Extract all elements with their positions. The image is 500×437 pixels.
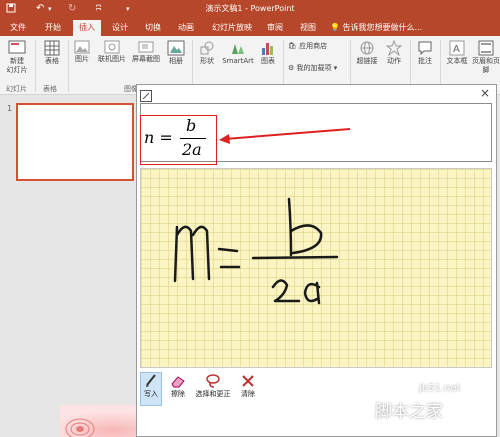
action-button[interactable]: 动作	[384, 40, 404, 66]
watermark-site: jb51.net	[419, 383, 461, 394]
screenshot-label: 屏幕截图	[132, 55, 160, 63]
table-label: 表格	[45, 57, 59, 65]
screenshot-button[interactable]: 屏幕截图	[130, 40, 162, 64]
comment-icon	[418, 41, 432, 56]
annotation-arrow	[219, 128, 351, 144]
textbox-icon: A	[449, 40, 465, 56]
slide-thumbnail[interactable]	[16, 103, 134, 181]
header-footer-label: 页眉和页脚	[472, 57, 500, 74]
clear-tool-label: 清除	[241, 390, 255, 398]
write-tool-button[interactable]: 写入	[141, 373, 161, 399]
title-bar: ↶ ▾ ↻ ʭ ▾ 演示文稿1 - PowerPoint	[0, 0, 500, 19]
pen-icon	[146, 374, 156, 387]
lightbulb-icon: 💡	[330, 23, 340, 32]
tab-file[interactable]: 文件	[10, 22, 26, 33]
clear-icon	[242, 375, 254, 387]
tab-transitions[interactable]: 切换	[145, 22, 161, 33]
erase-tool-button[interactable]: 擦除	[168, 373, 188, 399]
textbox-label: 文本框	[446, 57, 468, 65]
hyperlink-button[interactable]: 超链接	[354, 40, 380, 66]
clear-tool-button[interactable]: 清除	[238, 373, 258, 399]
picture-icon	[74, 40, 90, 54]
new-slide-label: 新建 幻灯片	[6, 57, 28, 74]
store-button[interactable]: 🛍 应用商店	[288, 42, 327, 51]
picture-button[interactable]: 图片	[72, 40, 92, 64]
group-label-tables: 表格	[43, 85, 57, 93]
tab-insert[interactable]: 插入	[73, 20, 101, 36]
shapes-button[interactable]: 形状	[196, 40, 218, 66]
tab-design[interactable]: 设计	[112, 22, 128, 33]
action-icon	[386, 40, 402, 56]
store-label: 应用商店	[299, 42, 328, 50]
lasso-icon	[206, 374, 220, 388]
shapes-icon	[200, 41, 214, 55]
select-correct-tool-button[interactable]: 选择和更正	[193, 373, 233, 399]
ribbon-tabs: 文件 开始 插入 设计 切换 动画 幻灯片放映 审阅 视图 💡 告诉我您想要做什…	[0, 19, 500, 36]
online-picture-button[interactable]: 联机图片	[96, 40, 128, 64]
tab-slideshow[interactable]: 幻灯片放映	[212, 22, 252, 33]
album-label: 相册	[169, 57, 183, 65]
hyperlink-label: 超链接	[356, 57, 378, 65]
handwritten-ink	[173, 197, 339, 305]
addins-icon: ⚙	[288, 64, 295, 72]
table-icon	[44, 40, 60, 56]
tab-review[interactable]: 审阅	[267, 22, 283, 33]
select-correct-tool-label: 选择和更正	[195, 390, 231, 398]
write-tool-label: 写入	[144, 390, 158, 398]
table-button[interactable]: 表格	[40, 40, 64, 66]
close-icon[interactable]: ×	[480, 87, 490, 99]
handwriting-pad[interactable]	[140, 168, 492, 368]
my-addins-label: 我的加载项	[296, 64, 332, 72]
header-footer-icon	[478, 40, 494, 56]
window-title: 演示文稿1 - PowerPoint	[205, 4, 295, 13]
screenshot-icon	[138, 41, 154, 53]
tab-view[interactable]: 视图	[300, 22, 316, 33]
action-label: 动作	[387, 57, 401, 65]
online-picture-label: 联机图片	[98, 55, 126, 63]
smartart-button[interactable]: SmartArt	[221, 40, 255, 66]
highlight-box	[140, 115, 217, 165]
tell-me-box[interactable]: 💡 告诉我您想要做什么...	[330, 22, 422, 33]
comment-button[interactable]: 批注	[414, 40, 436, 66]
chart-button[interactable]: 图表	[258, 40, 278, 66]
smartart-label: SmartArt	[222, 57, 254, 65]
my-addins-button[interactable]: ⚙ 我的加载项 ▾	[288, 64, 337, 73]
tab-home[interactable]: 开始	[45, 22, 61, 33]
textbox-button[interactable]: A 文本框	[444, 40, 470, 66]
picture-label: 图片	[75, 55, 89, 63]
ribbon-separator	[68, 40, 69, 92]
chart-label: 图表	[261, 57, 275, 65]
watermark-name: 脚本之家	[375, 402, 443, 422]
smartart-icon	[232, 44, 244, 54]
slide-number: 1	[7, 104, 13, 113]
album-button[interactable]: 相册	[165, 40, 187, 66]
new-slide-button[interactable]: 新建 幻灯片	[4, 40, 30, 75]
eraser-icon	[171, 376, 185, 388]
tab-animations[interactable]: 动画	[178, 22, 194, 33]
tell-me-text: 告诉我您想要做什么...	[342, 23, 423, 32]
ribbon-separator	[35, 40, 36, 92]
header-footer-button[interactable]: 页眉和页脚	[472, 40, 500, 75]
album-icon	[167, 40, 185, 56]
erase-tool-label: 擦除	[171, 390, 185, 398]
group-label-slides: 幻灯片	[6, 85, 27, 93]
comment-label: 批注	[418, 57, 432, 65]
hyperlink-icon	[360, 41, 374, 55]
shapes-label: 形状	[200, 57, 214, 65]
chart-icon	[262, 43, 273, 55]
store-icon: 🛍	[288, 42, 297, 50]
online-picture-icon	[104, 40, 120, 54]
new-slide-icon	[8, 40, 26, 54]
svg-text:A: A	[453, 44, 460, 55]
